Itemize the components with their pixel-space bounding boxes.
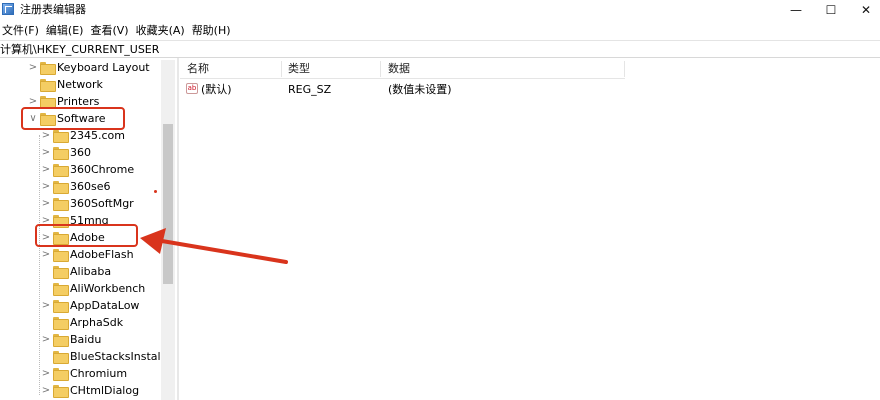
column-header-name[interactable]: 名称 xyxy=(187,62,209,76)
tree-item-bluestacksinstaller[interactable]: BlueStacksInstaller xyxy=(41,348,175,365)
folder-icon xyxy=(40,62,56,75)
tree-item-keyboard-layout[interactable]: > Keyboard Layout xyxy=(28,59,150,76)
folder-icon xyxy=(53,164,69,177)
column-header-data[interactable]: 数据 xyxy=(388,62,410,76)
folder-icon xyxy=(53,130,69,143)
folder-icon xyxy=(53,385,69,398)
tree-item-chromium[interactable]: > Chromium xyxy=(41,365,127,382)
title-bar: 注册表编辑器 — ☐ ✕ xyxy=(0,0,880,20)
tree-item-label: 360se6 xyxy=(70,180,111,193)
minimize-button[interactable]: — xyxy=(776,0,816,20)
folder-icon xyxy=(53,147,69,160)
tree-item-label: CHtmlDialog xyxy=(70,384,140,397)
tree-item-aliworkbench[interactable]: AliWorkbench xyxy=(41,280,145,297)
tree-item-360chrome[interactable]: > 360Chrome xyxy=(41,161,134,178)
annotation-dot xyxy=(154,190,157,193)
tree-item-network[interactable]: Network xyxy=(28,76,103,93)
folder-icon xyxy=(53,317,69,330)
folder-icon xyxy=(53,198,69,211)
folder-icon xyxy=(53,368,69,381)
tree-item-chtmldialog[interactable]: > CHtmlDialog xyxy=(41,382,139,399)
values-list: 名称 类型 数据 ab (默认) REG_SZ (数值未设置) xyxy=(180,59,880,400)
tree-item-label: AdobeFlash xyxy=(70,248,134,261)
menu-bar: 文件(F) 编辑(E) 查看(V) 收藏夹(A) 帮助(H) xyxy=(0,22,236,40)
tree-item-360softmgr[interactable]: > 360SoftMgr xyxy=(41,195,134,212)
folder-icon xyxy=(53,283,69,296)
tree-item-baidu[interactable]: > Baidu xyxy=(41,331,101,348)
tree-item-alibaba[interactable]: Alibaba xyxy=(41,263,111,280)
list-header: 名称 类型 数据 xyxy=(180,59,625,79)
folder-icon xyxy=(53,300,69,313)
string-value-icon: ab xyxy=(186,83,198,94)
expand-chevron-icon[interactable]: > xyxy=(41,195,51,212)
folder-icon xyxy=(53,334,69,347)
menu-file[interactable]: 文件(F) xyxy=(0,22,44,40)
tree-item-adobeflash[interactable]: > AdobeFlash xyxy=(41,246,134,263)
folder-icon xyxy=(53,351,69,364)
expand-chevron-icon xyxy=(28,76,38,93)
expand-chevron-icon xyxy=(41,314,51,331)
address-bar[interactable]: 计算机\HKEY_CURRENT_USER xyxy=(0,40,880,58)
folder-icon xyxy=(40,96,56,109)
column-header-type[interactable]: 类型 xyxy=(288,62,310,76)
expand-chevron-icon[interactable]: > xyxy=(28,59,38,76)
value-type: REG_SZ xyxy=(288,83,332,96)
expand-chevron-icon[interactable]: > xyxy=(41,331,51,348)
software-highlight-box xyxy=(21,107,125,130)
tree-item-appdatalow[interactable]: > AppDataLow xyxy=(41,297,139,314)
tree-item-label: Chromium xyxy=(70,367,128,380)
address-path[interactable]: 计算机\HKEY_CURRENT_USER xyxy=(0,42,159,57)
menu-edit[interactable]: 编辑(E) xyxy=(44,22,89,40)
expand-chevron-icon[interactable]: > xyxy=(41,161,51,178)
folder-icon xyxy=(53,249,69,262)
maximize-button[interactable]: ☐ xyxy=(811,0,851,20)
expand-chevron-icon[interactable]: > xyxy=(41,178,51,195)
adobe-highlight-box xyxy=(35,224,138,247)
tree-item-label: Alibaba xyxy=(70,265,112,278)
value-name: (默认) xyxy=(201,83,232,96)
regedit-app-icon xyxy=(2,3,14,15)
window-title: 注册表编辑器 xyxy=(20,3,86,16)
tree-scrollbar-thumb[interactable] xyxy=(163,124,173,284)
folder-icon xyxy=(53,181,69,194)
tree-item-label: Network xyxy=(57,78,103,91)
expand-chevron-icon xyxy=(41,263,51,280)
expand-chevron-icon xyxy=(41,348,51,365)
expand-chevron-icon xyxy=(41,280,51,297)
tree-item-label: 360Chrome xyxy=(70,163,135,176)
folder-icon xyxy=(53,266,69,279)
column-divider[interactable] xyxy=(281,61,282,77)
tree-item-360[interactable]: > 360 xyxy=(41,144,91,161)
tree-item-label: Baidu xyxy=(70,333,102,346)
expand-chevron-icon[interactable]: > xyxy=(41,382,51,399)
tree-item-label: 360 xyxy=(70,146,91,159)
expand-chevron-icon[interactable]: > xyxy=(41,144,51,161)
expand-chevron-icon[interactable]: > xyxy=(41,246,51,263)
menu-view[interactable]: 查看(V) xyxy=(88,22,133,40)
menu-help[interactable]: 帮助(H) xyxy=(190,22,236,40)
tree-item-360se6[interactable]: > 360se6 xyxy=(41,178,111,195)
table-row[interactable]: ab (默认) REG_SZ (数值未设置) xyxy=(180,80,625,98)
close-button[interactable]: ✕ xyxy=(846,0,880,20)
tree-item-label: AliWorkbench xyxy=(70,282,146,295)
pane-splitter[interactable] xyxy=(177,58,179,400)
expand-chevron-icon[interactable]: > xyxy=(41,365,51,382)
column-divider[interactable] xyxy=(624,61,625,77)
menu-favorites[interactable]: 收藏夹(A) xyxy=(134,22,190,40)
tree-item-label: 360SoftMgr xyxy=(70,197,134,210)
folder-icon xyxy=(40,79,56,92)
tree-guide-line xyxy=(39,135,40,395)
tree-item-label: AppDataLow xyxy=(70,299,140,312)
value-data: (数值未设置) xyxy=(388,83,452,96)
tree-item-arphasdk[interactable]: ArphaSdk xyxy=(41,314,123,331)
tree-item-label: ArphaSdk xyxy=(70,316,124,329)
tree-item-label: Keyboard Layout xyxy=(57,61,150,74)
column-divider[interactable] xyxy=(380,61,381,77)
tree-item-label: BlueStacksInstaller xyxy=(70,350,175,363)
expand-chevron-icon[interactable]: > xyxy=(41,297,51,314)
